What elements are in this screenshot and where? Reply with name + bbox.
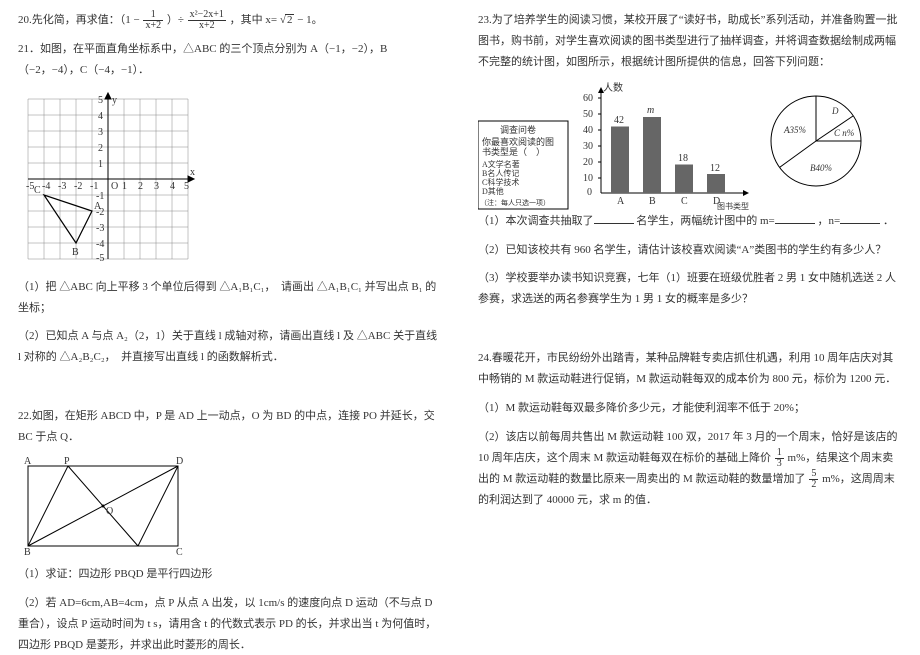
svg-text:你最喜欢阅读的图: 你最喜欢阅读的图 [482,136,554,147]
q24: 24.春暖花开，市民纷纷外出踏青，某种品牌鞋专卖店抓住机遇，利用 10 周年店庆… [478,348,902,390]
q24-2: （2）该店以前每周共售出 M 款运动鞋 100 双，2017 年 3 月的一个周… [478,427,902,511]
svg-text:D其他: D其他 [482,186,504,196]
svg-text:2: 2 [138,181,143,192]
svg-text:1: 1 [122,181,127,192]
svg-text:-3: -3 [58,181,66,192]
svg-text:D: D [176,456,183,467]
svg-text:D: D [831,106,839,116]
svg-text:B: B [24,547,31,556]
frac-1-over-xplus2: 1 x+2 [143,10,163,31]
svg-text:x: x [190,167,195,178]
blank-m [775,211,815,224]
blank-n [840,211,880,224]
q23-3: （3）学校要举办读书知识竞赛，七年（1）班要在班级优胜者 2 男 1 女中随机选… [478,268,902,310]
svg-text:A35%: A35% [783,125,806,135]
q22-2: （2）若 AD=6cm,AB=4cm，点 P 从点 A 出发，以 1cm/s 的… [18,593,442,655]
svg-text:60: 60 [583,93,593,104]
svg-text:C: C [681,196,688,207]
right-column: 23.为了培养学生的阅读习惯，某校开展了“读好书，助成长”系列活动，并准备购置一… [460,0,920,651]
svg-text:12: 12 [710,163,720,174]
frac-5-2: 5 2 [809,469,818,490]
svg-text:B: B [649,196,656,207]
coordinate-grid-figure: O y x -5 -4 -3 -2 -1 1 2 3 4 5 5 4 3 2 1 [18,89,198,277]
svg-text:m: m [647,105,654,116]
svg-text:A: A [617,196,625,207]
svg-text:5: 5 [98,95,103,106]
q22-1: （1）求证：四边形 PBQD 是平行四边形 [18,564,442,585]
svg-text:C: C [176,547,183,556]
q21: 21．如图，在平面直角坐标系中，△ABC 的三个顶点分别为 A（−1，−2），B… [18,39,442,81]
q23: 23.为了培养学生的阅读习惯，某校开展了“读好书，助成长”系列活动，并准备购置一… [478,10,902,73]
left-column: 20.先化简，再求值：（1 − 1 x+2 ）÷ x²−2x+1 x+2 ，其中… [0,0,460,651]
svg-text:图书类型: 图书类型 [717,201,749,211]
svg-text:A: A [94,201,102,212]
blank-total [594,211,634,224]
q24-1: （1）M 款运动鞋每双最多降价多少元，才能使利润率不低于 20%； [478,398,902,419]
svg-text:3: 3 [154,181,159,192]
svg-text:调查问卷: 调查问卷 [500,124,536,135]
rectangle-figure: A P D B C O [18,456,188,564]
svg-text:-5: -5 [96,253,104,264]
svg-text:5: 5 [184,181,189,192]
svg-text:-4: -4 [96,239,104,250]
svg-text:人数: 人数 [603,81,623,94]
svg-text:O: O [111,181,118,192]
svg-text:18: 18 [678,153,688,164]
svg-text:B名人传记: B名人传记 [482,168,519,178]
q21-1: （1）把 △ABC 向上平移 3 个单位后得到 △A₁B₁C₁， 请画出 △A₁… [18,277,442,319]
svg-text:10: 10 [583,173,593,184]
svg-text:40: 40 [583,125,593,136]
svg-text:4: 4 [170,181,175,192]
q22: 22.如图，在矩形 ABCD 中，P 是 AD 上一动点，O 为 BD 的中点，… [18,406,442,448]
svg-text:42: 42 [614,115,624,126]
svg-text:书类型是（ ）: 书类型是（ ） [482,146,545,157]
svg-text:C科学技术: C科学技术 [482,177,519,187]
svg-text:50: 50 [583,109,593,120]
svg-text:P: P [64,456,70,467]
svg-text:y: y [112,95,117,106]
q23-figures: 调查问卷 你最喜欢阅读的图 书类型是（ ） A文学名著 B名人传记 C科学技术 … [478,81,902,211]
svg-text:-3: -3 [96,223,104,234]
svg-text:4: 4 [98,111,103,122]
svg-text:（注：每人只选一项）: （注：每人只选一项） [480,198,550,207]
svg-text:1: 1 [98,159,103,170]
q23-1: （1）本次调查共抽取了 名学生，两幅统计图中的 m= ，n= ． [478,211,902,232]
frac-quad-over-xplus2: x²−2x+1 x+2 [188,10,226,31]
svg-text:A文学名著: A文学名著 [482,159,520,169]
svg-text:C: C [34,185,41,196]
q21-2: （2）已知点 A 与点 A₂（2，1）关于直线 l 成轴对称，请画出直线 l 及… [18,326,442,368]
q20: 20.先化简，再求值：（1 − 1 x+2 ）÷ x²−2x+1 x+2 ，其中… [18,10,442,31]
svg-text:20: 20 [583,157,593,168]
svg-text:-2: -2 [74,181,82,192]
svg-text:0: 0 [587,187,592,198]
svg-text:-4: -4 [42,181,50,192]
svg-text:B40%: B40% [810,163,832,173]
svg-text:A: A [24,456,32,467]
svg-text:B: B [72,247,79,258]
svg-text:3: 3 [98,127,103,138]
svg-text:30: 30 [583,141,593,152]
svg-text:2: 2 [98,143,103,154]
frac-1-3: 1 3 [775,448,784,469]
svg-text:O: O [106,506,113,517]
svg-text:C n%: C n% [834,128,854,138]
q23-2: （2）已知该校共有 960 名学生，请估计该校喜欢阅读“A”类图书的学生约有多少… [478,240,902,261]
q20-text: 20.先化简，再求值：（1 − [18,14,140,26]
